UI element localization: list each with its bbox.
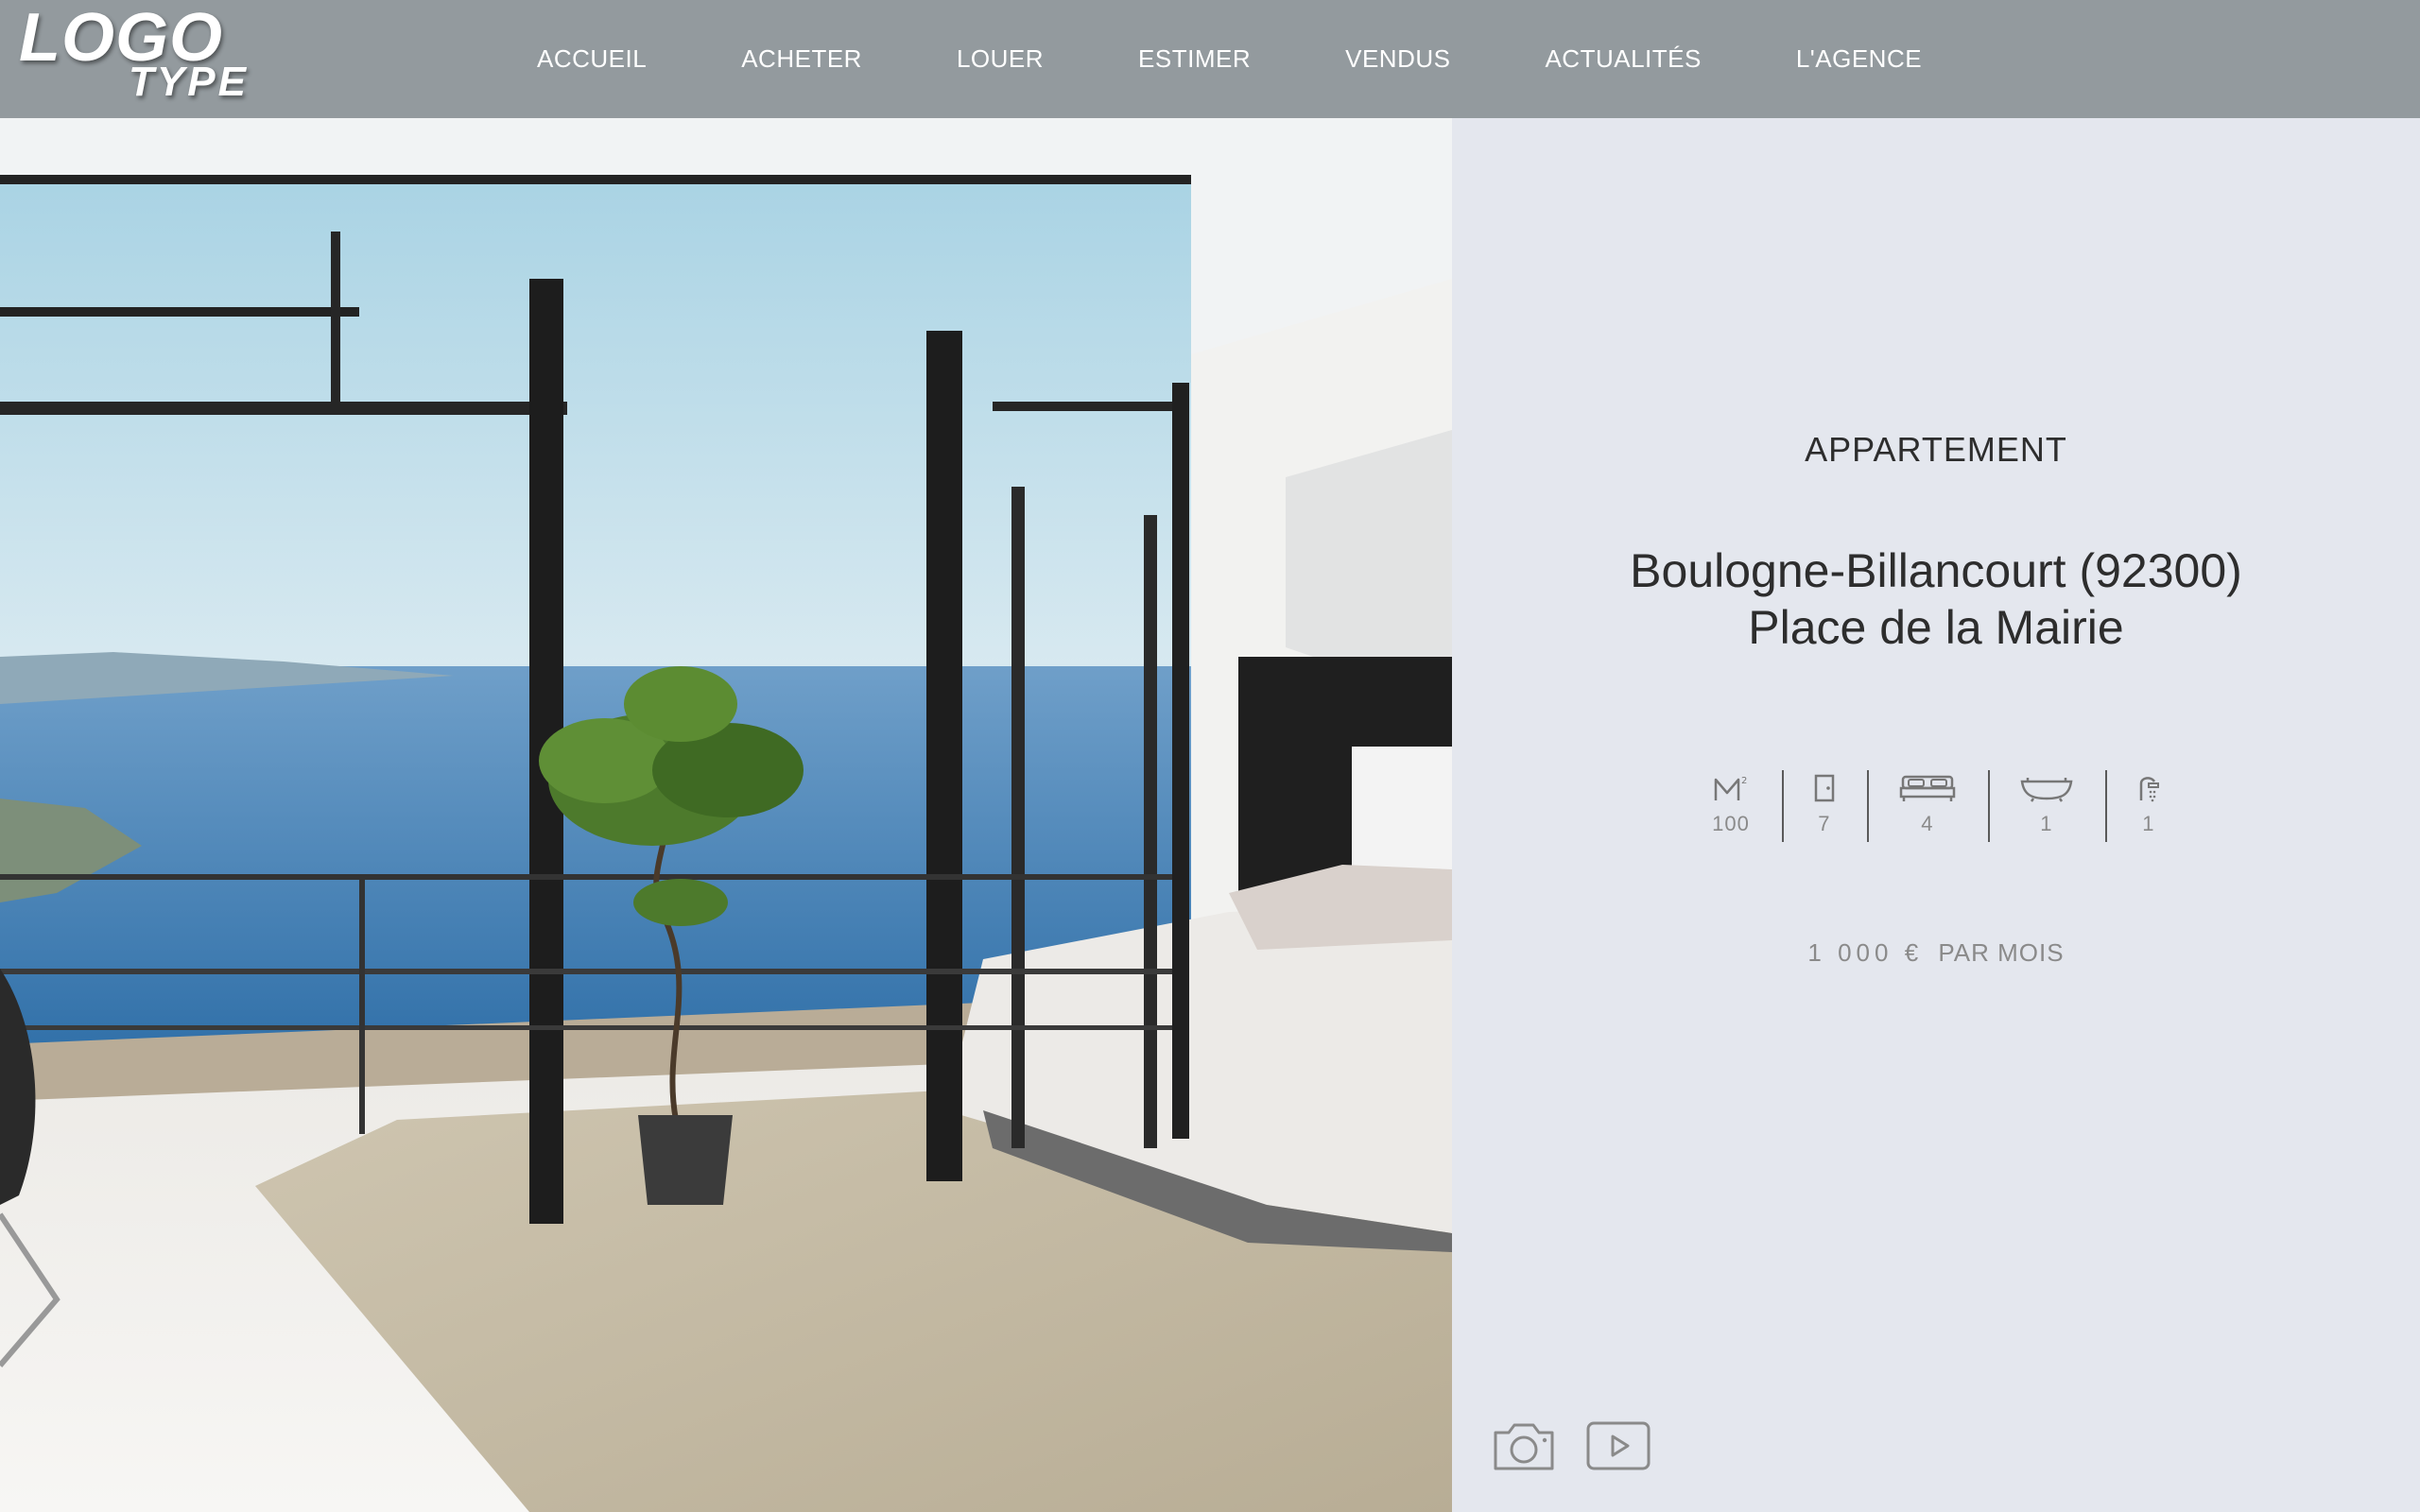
camera-icon xyxy=(1494,1423,1554,1470)
shower-icon xyxy=(2137,770,2160,806)
nav-item-vendus[interactable]: VENDUS xyxy=(1345,44,1450,74)
feature-rooms-value: 7 xyxy=(1818,812,1831,835)
logo[interactable]: LOGO TYPE xyxy=(19,4,246,110)
property-street: Place de la Mairie xyxy=(1748,601,2124,654)
logo-line-2: TYPE xyxy=(129,59,249,105)
media-buttons xyxy=(1490,1418,1652,1479)
bedroom-sea-view-image xyxy=(0,118,1452,1512)
property-info-panel: APPARTEMENT Boulogne-Billancourt (92300)… xyxy=(1452,118,2420,1512)
feature-bathrooms-value: 1 xyxy=(2040,812,2053,835)
svg-text:2: 2 xyxy=(1741,776,1747,786)
door-rooms-icon xyxy=(1814,770,1835,806)
feature-showers: 1 xyxy=(2104,770,2192,842)
property-photo xyxy=(0,118,1452,1512)
feature-bathrooms: 1 xyxy=(1987,770,2105,842)
bathtub-icon xyxy=(2020,770,2073,806)
price-period: PAR MOIS xyxy=(1938,938,2065,967)
property-type: APPARTEMENT xyxy=(1805,430,2067,469)
nav-item-accueil[interactable]: ACCUEIL xyxy=(537,44,647,74)
nav-item-actualites[interactable]: ACTUALITÉS xyxy=(1545,44,1701,74)
nav-item-estimer[interactable]: ESTIMER xyxy=(1138,44,1251,74)
nav-item-agence[interactable]: L'AGENCE xyxy=(1796,44,1922,74)
feature-bedrooms: 4 xyxy=(1866,770,1988,842)
feature-surface: 2 100 xyxy=(1680,770,1782,842)
video-play-icon xyxy=(1586,1421,1651,1470)
price-amount: 1 000 € xyxy=(1807,938,1924,967)
feature-showers-value: 1 xyxy=(2142,812,2155,835)
property-city: Boulogne-Billancourt (92300) xyxy=(1630,544,2242,597)
nav-item-louer[interactable]: LOUER xyxy=(957,44,1044,74)
site-header: LOGO TYPE ACCUEIL ACHETER LOUER ESTIMER … xyxy=(0,0,2420,118)
feature-rooms: 7 xyxy=(1781,770,1867,842)
photos-button[interactable] xyxy=(1490,1418,1558,1479)
feature-bedrooms-value: 4 xyxy=(1921,812,1934,835)
video-button[interactable] xyxy=(1584,1418,1652,1479)
main-nav: ACCUEIL ACHETER LOUER ESTIMER VENDUS ACT… xyxy=(537,0,1922,118)
surface-m2-icon: 2 xyxy=(1714,770,1748,806)
nav-item-acheter[interactable]: ACHETER xyxy=(741,44,862,74)
bed-icon xyxy=(1899,770,1956,806)
property-features: 2 100 7 4 1 1 xyxy=(1452,770,2420,842)
property-price: 1 000 € PAR MOIS xyxy=(1452,938,2420,968)
feature-surface-value: 100 xyxy=(1712,812,1750,835)
